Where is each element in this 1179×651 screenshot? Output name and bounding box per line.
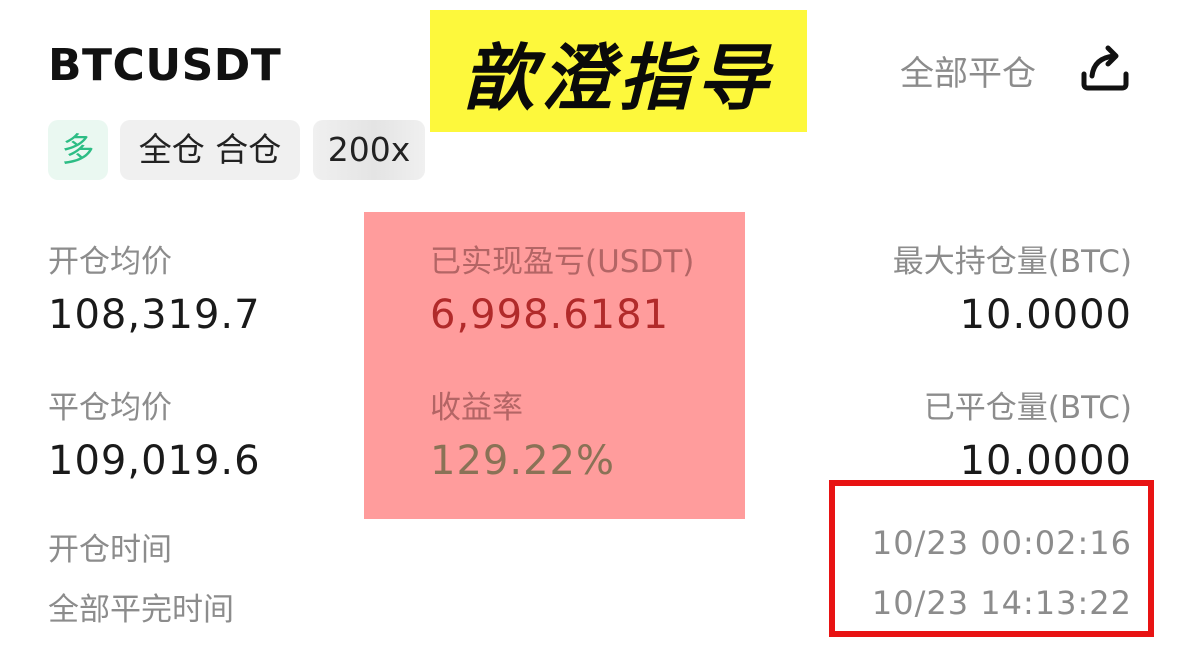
roi-value: 129.22% — [430, 438, 615, 484]
time-highlight-frame — [829, 480, 1154, 637]
banner-watermark: 歆澄指导 — [430, 10, 807, 132]
open-time-label: 开仓时间 — [48, 532, 172, 568]
closed-amount-label: 已平仓量(BTC) — [923, 390, 1132, 426]
roi-label: 收益率 — [430, 390, 523, 426]
side-badge: 多 — [48, 120, 108, 180]
avg-close-price-label: 平仓均价 — [48, 390, 172, 426]
avg-open-price-label: 开仓均价 — [48, 244, 172, 280]
closed-amount-value: 10.0000 — [959, 438, 1132, 484]
realized-pnl-label: 已实现盈亏(USDT) — [430, 244, 695, 280]
realized-pnl-value: 6,998.6181 — [430, 292, 670, 338]
symbol-title: BTCUSDT — [48, 40, 282, 91]
avg-close-price-value: 109,019.6 — [48, 438, 261, 484]
leverage-badge: 200x — [313, 120, 425, 180]
share-icon[interactable] — [1078, 42, 1132, 94]
avg-open-price-value: 108,319.7 — [48, 292, 261, 338]
close-all-button[interactable]: 全部平仓 — [900, 46, 1036, 95]
margin-mode-badge: 全仓 合仓 — [120, 120, 300, 180]
max-position-label: 最大持仓量(BTC) — [892, 244, 1132, 280]
max-position-value: 10.0000 — [959, 292, 1132, 338]
close-time-label: 全部平完时间 — [48, 592, 234, 628]
